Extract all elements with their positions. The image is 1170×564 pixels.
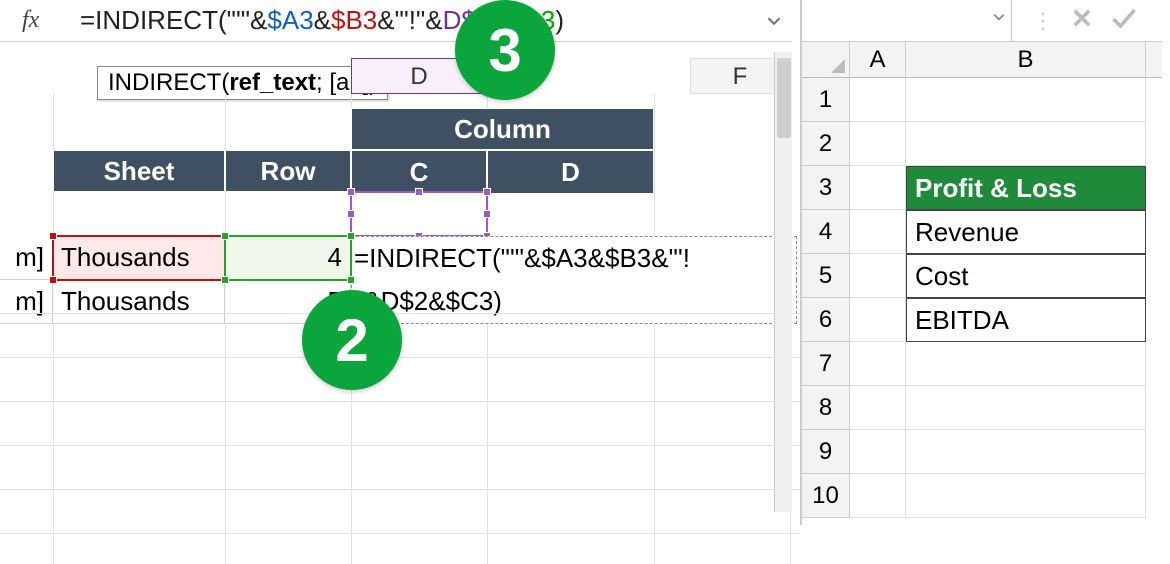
formula-input[interactable]: =INDIRECT("'"&$A3&$B3&"'!"&D$2&$C3) bbox=[70, 1, 764, 40]
table-row: 2 bbox=[802, 122, 1162, 166]
row-number[interactable]: 1 bbox=[802, 78, 850, 122]
ref-a3: $A3 bbox=[267, 5, 313, 35]
column-header-A[interactable]: A bbox=[850, 42, 906, 77]
fx-label-icon[interactable]: fx bbox=[0, 7, 70, 34]
cell-B9[interactable] bbox=[906, 430, 1146, 474]
cell-B2[interactable] bbox=[906, 122, 1146, 166]
column-header-B[interactable]: B bbox=[906, 42, 1146, 77]
cell-A8[interactable] bbox=[850, 386, 906, 430]
cancel-icon[interactable] bbox=[1070, 5, 1094, 37]
formula-text: =INDIRECT("'"& bbox=[80, 5, 267, 35]
cell-A3[interactable] bbox=[850, 166, 906, 210]
right-workbook-pane: ⋮ A B 1 2 bbox=[800, 0, 1162, 525]
cell-A1[interactable] bbox=[850, 78, 906, 122]
row-number[interactable]: 2 bbox=[802, 122, 850, 166]
name-box-dropdown-icon[interactable] bbox=[993, 10, 1005, 28]
left-column-headers: D F bbox=[0, 58, 800, 94]
header-D[interactable]: D bbox=[487, 150, 654, 194]
table-row: 7 bbox=[802, 342, 1162, 386]
annotation-badge-3: 3 bbox=[455, 0, 555, 100]
cell-B10[interactable] bbox=[906, 474, 1146, 518]
header-column[interactable]: Column bbox=[351, 108, 654, 150]
header-C[interactable]: C bbox=[351, 150, 487, 194]
select-all-corner[interactable] bbox=[802, 42, 850, 77]
cell-B7[interactable] bbox=[906, 342, 1146, 386]
table-row: 1 bbox=[802, 78, 1162, 122]
cell-A2[interactable] bbox=[850, 122, 906, 166]
annotation-badge-2: 2 bbox=[302, 290, 402, 390]
formula-expand-icon[interactable] bbox=[764, 0, 792, 41]
left-workbook-pane: fx =INDIRECT("'"&$A3&$B3&"'!"&D$2&$C3) I… bbox=[0, 0, 800, 525]
header-row[interactable]: Row bbox=[225, 150, 351, 192]
row-number[interactable]: 8 bbox=[802, 386, 850, 430]
table-row: 3 Profit & Loss bbox=[802, 166, 1162, 210]
cell-B6-ebitda[interactable]: EBITDA bbox=[906, 298, 1146, 342]
table-row: 4 Revenue bbox=[802, 210, 1162, 254]
cell-B1[interactable] bbox=[906, 78, 1146, 122]
table-row: 10 bbox=[802, 474, 1162, 518]
right-rows: 1 2 3 Profit & Loss 4 Revenue 5 bbox=[802, 78, 1162, 518]
header-sheet[interactable]: Sheet bbox=[53, 150, 225, 192]
cell-A10[interactable] bbox=[850, 474, 906, 518]
formula-bar-actions: ⋮ bbox=[1012, 5, 1138, 37]
confirm-icon[interactable] bbox=[1110, 5, 1138, 37]
name-box[interactable] bbox=[802, 0, 1012, 41]
table-row: 9 bbox=[802, 430, 1162, 474]
right-column-headers: A B bbox=[802, 42, 1162, 78]
table-row: 8 bbox=[802, 386, 1162, 430]
divider-icon: ⋮ bbox=[1032, 8, 1054, 34]
horizontal-gridlines bbox=[0, 270, 800, 550]
row-number[interactable]: 7 bbox=[802, 342, 850, 386]
cell-B8[interactable] bbox=[906, 386, 1146, 430]
row-number[interactable]: 6 bbox=[802, 298, 850, 342]
cell-A9[interactable] bbox=[850, 430, 906, 474]
cell-A7[interactable] bbox=[850, 342, 906, 386]
cell-A5[interactable] bbox=[850, 254, 906, 298]
ref-b3: $B3 bbox=[331, 5, 377, 35]
vertical-scrollbar[interactable] bbox=[774, 52, 792, 512]
cell-B4-revenue[interactable]: Revenue bbox=[906, 210, 1146, 254]
cell-B3-profit-loss-header[interactable]: Profit & Loss bbox=[906, 166, 1146, 210]
table-row: 6 EBITDA bbox=[802, 298, 1162, 342]
row-number[interactable]: 10 bbox=[802, 474, 850, 518]
scrollbar-thumb[interactable] bbox=[777, 58, 791, 138]
cell-A6[interactable] bbox=[850, 298, 906, 342]
cell-A4[interactable] bbox=[850, 210, 906, 254]
row-number[interactable]: 5 bbox=[802, 254, 850, 298]
name-box-row: ⋮ bbox=[802, 0, 1162, 42]
table-row: 5 Cost bbox=[802, 254, 1162, 298]
row-number[interactable]: 3 bbox=[802, 166, 850, 210]
row-number[interactable]: 4 bbox=[802, 210, 850, 254]
row-number[interactable]: 9 bbox=[802, 430, 850, 474]
formula-bar: fx =INDIRECT("'"&$A3&$B3&"'!"&D$2&$C3) bbox=[0, 0, 792, 42]
cell-B5-cost[interactable]: Cost bbox=[906, 254, 1146, 298]
